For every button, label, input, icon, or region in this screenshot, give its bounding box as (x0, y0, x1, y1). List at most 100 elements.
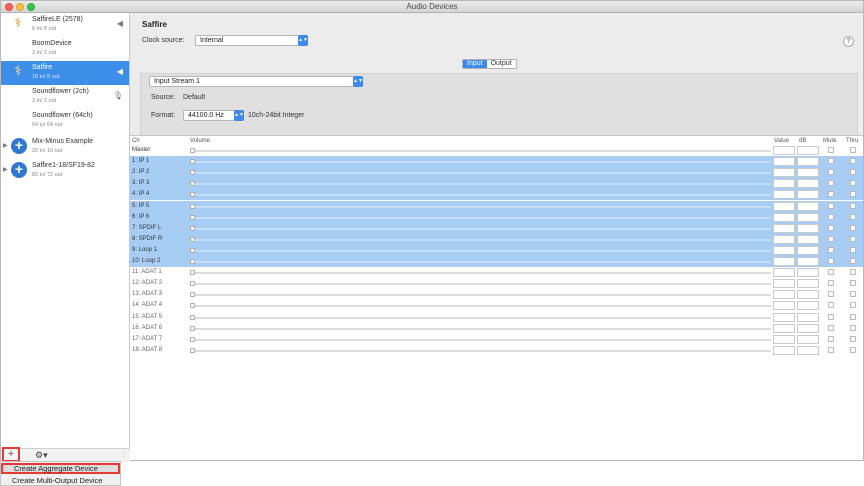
thru-checkbox[interactable] (850, 313, 856, 320)
mute-checkbox[interactable] (828, 346, 834, 353)
channel-row[interactable]: 4: IP 4 (130, 189, 863, 201)
volume-slider-track[interactable] (191, 338, 771, 341)
channel-row[interactable]: 7: SPDIF L (130, 222, 863, 234)
volume-slider-track[interactable] (191, 261, 771, 263)
value-field[interactable] (773, 245, 795, 255)
value-field[interactable] (773, 312, 795, 322)
value-field[interactable] (773, 323, 795, 333)
channel-row[interactable]: 6: IP 6 (130, 211, 863, 223)
create-aggregate-device-item[interactable]: Create Aggregate Device (1, 463, 120, 474)
db-field[interactable] (797, 223, 819, 233)
value-field[interactable] (773, 179, 795, 189)
value-field[interactable] (773, 201, 795, 211)
mute-checkbox[interactable] (828, 158, 834, 165)
device-list-item[interactable]: Soundflower (2ch) 2 in/ 2 out 🎙 (1, 85, 129, 109)
channel-row[interactable]: 1: IP 1 (130, 156, 863, 168)
channel-row[interactable]: 5: IP 5 (130, 200, 863, 212)
format-popup[interactable]: 44100.0 Hz ▲▼ (183, 110, 244, 121)
channel-row[interactable]: 15: ADAT 5 (130, 312, 863, 323)
volume-slider-track[interactable] (191, 216, 771, 219)
channel-row[interactable]: 3: IP 3 (130, 178, 863, 190)
volume-slider-track[interactable] (191, 249, 771, 252)
volume-slider-track[interactable] (191, 283, 771, 286)
tab-input[interactable]: Input (463, 60, 487, 68)
db-field[interactable] (797, 290, 819, 300)
volume-slider-knob[interactable] (190, 225, 195, 231)
volume-slider-track[interactable] (191, 327, 771, 330)
mute-checkbox[interactable] (828, 213, 834, 220)
db-field[interactable] (797, 157, 819, 167)
create-multi-output-device-item[interactable]: Create Multi-Output Device (1, 475, 120, 486)
volume-slider-knob[interactable] (190, 214, 195, 220)
volume-slider-track[interactable] (191, 349, 771, 352)
device-list-item[interactable]: ⚕ SaffireLE (2578) 6 in/ 8 out ◀ (1, 13, 129, 37)
db-field[interactable] (797, 257, 819, 266)
value-field[interactable] (773, 190, 795, 200)
mute-checkbox[interactable] (828, 291, 834, 298)
db-field[interactable] (797, 201, 819, 211)
db-field[interactable] (797, 190, 819, 200)
channel-row[interactable]: 17: ADAT 7 (130, 334, 863, 345)
volume-slider-track[interactable] (191, 238, 771, 241)
disclosure-triangle-icon[interactable]: ▶ (3, 166, 8, 173)
thru-checkbox[interactable] (850, 202, 856, 209)
channel-row[interactable]: 16: ADAT 6 (130, 323, 863, 334)
mute-checkbox[interactable] (828, 235, 834, 242)
mute-checkbox[interactable] (828, 202, 834, 209)
db-field[interactable] (797, 234, 819, 244)
thru-checkbox[interactable] (850, 158, 856, 165)
mute-checkbox[interactable] (828, 246, 834, 253)
device-list-item[interactable]: ▶ + Saffire1-18/SF19-82 82 in/ 72 out (1, 159, 129, 183)
volume-slider-track[interactable] (191, 316, 771, 319)
volume-slider-track[interactable] (191, 272, 771, 275)
volume-slider-track[interactable] (191, 294, 771, 297)
thru-checkbox[interactable] (850, 302, 856, 309)
resize-grip-icon[interactable]: ⋮ (121, 451, 127, 458)
volume-slider-knob[interactable] (190, 281, 195, 287)
device-list-item[interactable]: ⚕ Saffire 18 in/ 8 out ◀ (1, 61, 129, 85)
value-field[interactable] (773, 234, 795, 244)
value-field[interactable] (773, 168, 795, 178)
thru-checkbox[interactable] (850, 191, 856, 198)
volume-slider-knob[interactable] (190, 292, 195, 298)
value-field[interactable] (773, 212, 795, 222)
volume-slider-knob[interactable] (190, 203, 195, 209)
thru-checkbox[interactable] (850, 269, 856, 276)
thru-checkbox[interactable] (850, 324, 856, 331)
volume-slider-track[interactable] (191, 227, 771, 230)
value-field[interactable] (773, 345, 795, 355)
value-field[interactable] (773, 334, 795, 344)
value-field[interactable] (773, 301, 795, 311)
volume-slider-track[interactable] (191, 150, 771, 152)
thru-checkbox[interactable] (850, 280, 856, 287)
clock-source-popup[interactable]: Internal ▲▼ (195, 35, 308, 46)
mute-checkbox[interactable] (828, 269, 834, 276)
volume-slider-knob[interactable] (190, 159, 195, 165)
channel-row[interactable]: 10: Loop 2 (130, 256, 863, 267)
volume-slider-track[interactable] (191, 305, 771, 308)
thru-checkbox[interactable] (850, 213, 856, 220)
mute-checkbox[interactable] (828, 180, 834, 187)
db-field[interactable] (797, 312, 819, 322)
value-field[interactable] (773, 279, 795, 289)
device-list-item[interactable]: ▶ + Mix-Minus Example 20 in/ 10 out (1, 135, 129, 159)
help-button[interactable]: ? (843, 36, 854, 47)
value-field[interactable] (773, 290, 795, 300)
db-field[interactable] (797, 279, 819, 289)
channel-row[interactable]: 18: ADAT 8 (130, 345, 863, 356)
thru-checkbox[interactable] (850, 147, 856, 153)
db-field[interactable] (797, 268, 819, 278)
mute-checkbox[interactable] (828, 191, 834, 198)
volume-slider-knob[interactable] (190, 259, 195, 264)
volume-slider-knob[interactable] (190, 170, 195, 176)
volume-slider-track[interactable] (191, 194, 771, 197)
channel-row[interactable]: 9: Loop 1 (130, 244, 863, 256)
channel-row[interactable]: 8: SPDIF R (130, 233, 863, 245)
thru-checkbox[interactable] (850, 346, 856, 353)
db-field[interactable] (797, 146, 819, 155)
channel-row[interactable]: 11: ADAT 1 (130, 267, 863, 278)
volume-slider-knob[interactable] (190, 336, 195, 342)
device-list-item[interactable]: Soundflower (64ch) 64 in/ 64 out (1, 109, 129, 133)
device-list-item[interactable]: BoomDevice 2 in/ 2 out (1, 37, 129, 61)
value-field[interactable] (773, 223, 795, 233)
